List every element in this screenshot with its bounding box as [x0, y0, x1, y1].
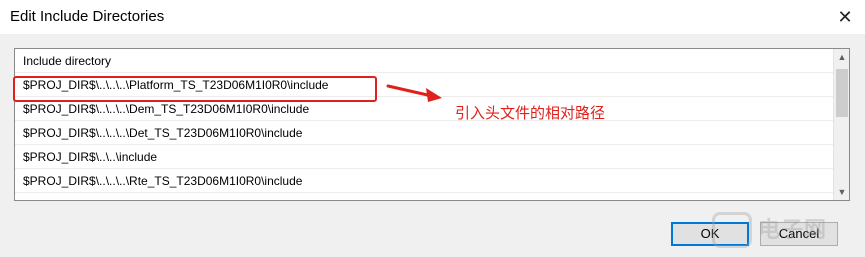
arrow-right-icon: [386, 84, 442, 102]
cancel-button[interactable]: Cancel: [760, 222, 838, 246]
list-item[interactable]: $PROJ_DIR$\..\..\..\Det_TS_T23D06M1I0R0\…: [15, 121, 833, 145]
chevron-up-icon[interactable]: ▲: [834, 49, 849, 65]
list-item[interactable]: $PROJ_DIR$\..\..\include: [15, 145, 833, 169]
vertical-scrollbar[interactable]: ▲ ▼: [833, 49, 849, 200]
annotation-label: 引入头文件的相对路径: [455, 105, 606, 122]
scrollbar-thumb[interactable]: [836, 69, 848, 117]
list-header: Include directory: [15, 49, 833, 73]
list-item[interactable]: $PROJ_DIR$\..\..\..\Rte_TS_T23D06M1I0R0\…: [15, 169, 833, 193]
close-icon[interactable]: ✕: [832, 4, 858, 30]
dialog-title: Edit Include Directories: [10, 8, 165, 25]
include-directory-list[interactable]: Include directory $PROJ_DIR$\..\..\..\Pl…: [14, 48, 850, 201]
highlight-annotation-box: [13, 76, 377, 102]
title-bar: Edit Include Directories ✕: [0, 0, 865, 34]
chevron-down-icon[interactable]: ▼: [834, 184, 849, 200]
ok-button[interactable]: OK: [671, 222, 749, 246]
